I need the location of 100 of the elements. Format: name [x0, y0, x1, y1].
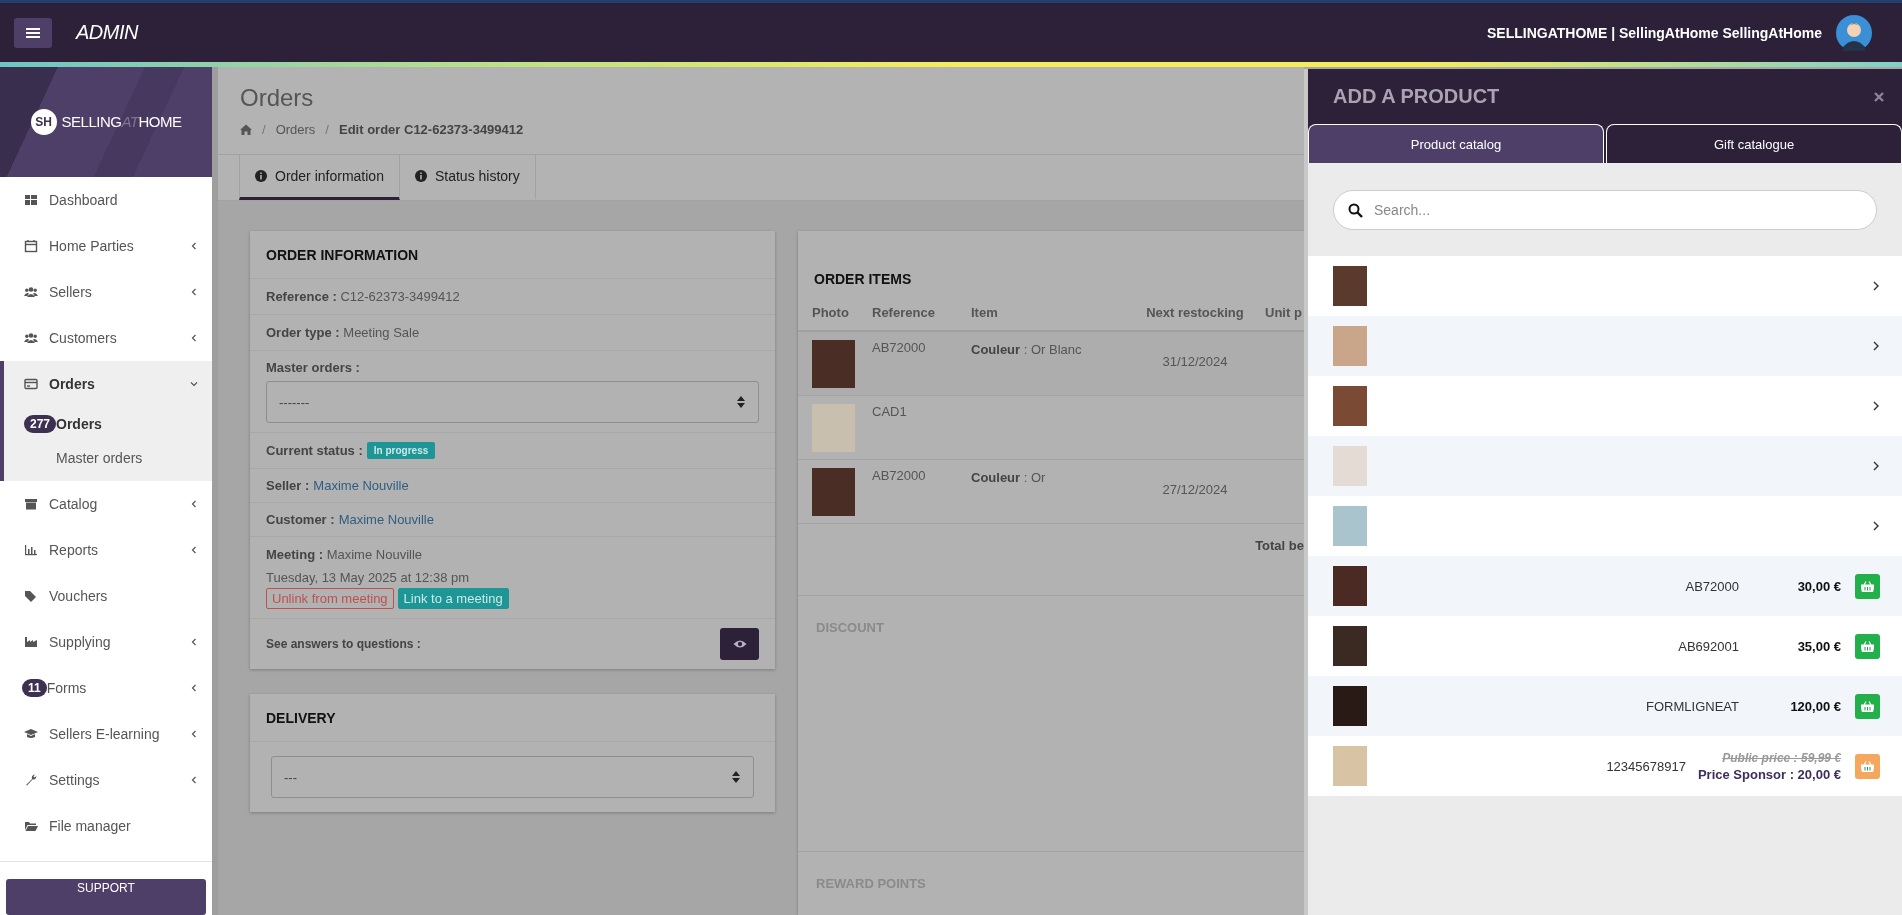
table-cell-text: AB72000 — [872, 468, 927, 485]
tab[interactable]: Product catalog — [1308, 124, 1604, 163]
home-icon[interactable] — [240, 124, 252, 135]
select-field[interactable]: ------- — [266, 381, 759, 423]
table-cell: Couleur : Or Blanc — [971, 342, 1082, 357]
tab[interactable]: Gift catalogue — [1606, 124, 1902, 163]
card-title: DELIVERY — [250, 694, 775, 742]
brand-title: ADMIN — [76, 21, 138, 44]
panel-title: ADD A PRODUCT — [1333, 85, 1500, 108]
logo-text: SELLINGATHOME — [61, 113, 182, 131]
sort-icon — [736, 395, 746, 409]
table-cell: 27/12/2024 — [1162, 482, 1228, 497]
menu-item[interactable]: Reports — [0, 526, 212, 573]
tab[interactable]: Order information — [239, 154, 400, 200]
catalog-row[interactable]: AB72000 30,00 € — [1308, 556, 1902, 616]
breadcrumb-link[interactable]: Orders — [275, 122, 316, 137]
sort-icon — [731, 770, 741, 784]
user-name[interactable]: SELLINGATHOME | SellingAtHome SellingAtHome — [1487, 24, 1822, 41]
field-text: Meeting : Maxime Nouville — [266, 546, 424, 563]
add-to-cart-button[interactable] — [1855, 693, 1880, 719]
catalog-row[interactable] — [1308, 376, 1902, 436]
tab[interactable]: Status history — [398, 154, 536, 200]
table-cell-text: AB72000 — [872, 340, 927, 357]
logo-mark: SH — [30, 108, 57, 135]
column-header: Reference — [872, 304, 936, 320]
chevron-icon — [1872, 521, 1880, 531]
photo-placeholder — [1333, 566, 1367, 606]
submenu-item[interactable]: 277 Orders — [4, 406, 212, 441]
menu-item[interactable]: Supplying — [0, 618, 212, 665]
menu-item[interactable]: Orders — [4, 360, 212, 407]
menu-item[interactable]: Customers — [0, 314, 212, 361]
basket-icon — [1861, 700, 1874, 712]
info-icon — [255, 169, 267, 182]
catalog-row[interactable] — [1308, 256, 1902, 316]
eye-icon — [732, 639, 747, 649]
avatar-icon[interactable] — [1836, 14, 1872, 51]
field-label: See answers to questions : — [266, 637, 421, 651]
table-cell: 31/12/2024 — [1162, 354, 1228, 369]
scrollbar[interactable] — [212, 67, 218, 915]
public-price: Public price : 59,99 € — [1722, 750, 1841, 765]
field-label: Seller : — [266, 478, 310, 493]
product-reference: FORMLIGNEAT — [1646, 698, 1739, 714]
photo-placeholder — [1333, 506, 1367, 546]
submenu-item[interactable]: Master orders — [4, 440, 212, 475]
chevron-icon — [1872, 341, 1880, 351]
menu-item[interactable]: Vouchers — [0, 572, 212, 619]
chevron-icon — [1872, 281, 1880, 291]
info-icon — [414, 169, 427, 182]
product-price: 35,00 € — [1797, 638, 1841, 654]
breadcrumb-separator: / — [325, 122, 329, 137]
column-header: Photo — [812, 304, 850, 320]
field-text: Order type : Meeting Sale — [266, 324, 421, 341]
page-title: Orders — [240, 83, 315, 112]
table-cell: Couleur : Or — [971, 470, 1046, 485]
view-button[interactable] — [720, 628, 759, 660]
count-badge: 277 — [24, 414, 57, 433]
menu-item[interactable]: Settings — [0, 756, 212, 803]
field-label: Customer : — [266, 512, 335, 527]
basket-icon — [1861, 640, 1874, 652]
search-field[interactable]: Search... — [1333, 189, 1877, 230]
support-button[interactable]: SUPPORT — [6, 878, 206, 915]
photo-placeholder — [1333, 446, 1367, 486]
menu-button[interactable] — [14, 17, 52, 48]
breadcrumb-current: Edit order C12-62373-3499412 — [339, 122, 524, 137]
search-icon — [1348, 202, 1363, 218]
product-price: Price Sponsor : 20,00 € — [1697, 766, 1841, 782]
menu-item[interactable]: Sellers E-learning — [0, 710, 212, 757]
photo-placeholder — [1333, 386, 1367, 426]
basket-icon — [1861, 760, 1874, 772]
table-cell-text: CAD1 — [872, 404, 908, 421]
select-field[interactable]: --- — [271, 756, 754, 798]
add-to-cart-button[interactable] — [1855, 573, 1880, 599]
photo-placeholder — [1333, 686, 1367, 726]
photo-placeholder — [1333, 266, 1367, 306]
basket-icon — [1861, 580, 1874, 592]
column-header: Item — [971, 304, 999, 320]
catalog-row[interactable]: AB692001 35,00 € — [1308, 616, 1902, 676]
menu-item[interactable]: Sellers — [0, 268, 212, 315]
chevron-icon — [1872, 461, 1880, 471]
menu-item[interactable]: Dashboard — [0, 176, 212, 223]
menu-item[interactable]: 11 Forms — [0, 664, 212, 711]
menu-item[interactable]: File manager — [0, 802, 212, 849]
menu-item[interactable]: Catalog — [0, 480, 212, 527]
product-reference: AB692001 — [1678, 638, 1739, 654]
add-to-cart-button[interactable] — [1855, 633, 1880, 659]
photo-placeholder — [1333, 626, 1367, 666]
close-icon[interactable] — [1874, 91, 1884, 102]
product-reference: 12345678917 — [1606, 758, 1686, 774]
menu-item[interactable]: Home Parties — [0, 222, 212, 269]
photo-placeholder — [1333, 746, 1367, 786]
product-price: 30,00 € — [1797, 578, 1841, 594]
photo-placeholder — [1333, 326, 1367, 366]
status-badge: In progress — [366, 442, 436, 459]
column-header: Next restocking — [1145, 304, 1245, 320]
catalog-row[interactable]: FORMLIGNEAT 120,00 € — [1308, 676, 1902, 736]
photo-placeholder — [812, 340, 855, 388]
count-badge: 11 — [22, 678, 47, 697]
add-to-cart-button[interactable] — [1855, 753, 1880, 779]
breadcrumb-separator: / — [262, 122, 266, 137]
field-label: Master orders : — [266, 360, 361, 375]
